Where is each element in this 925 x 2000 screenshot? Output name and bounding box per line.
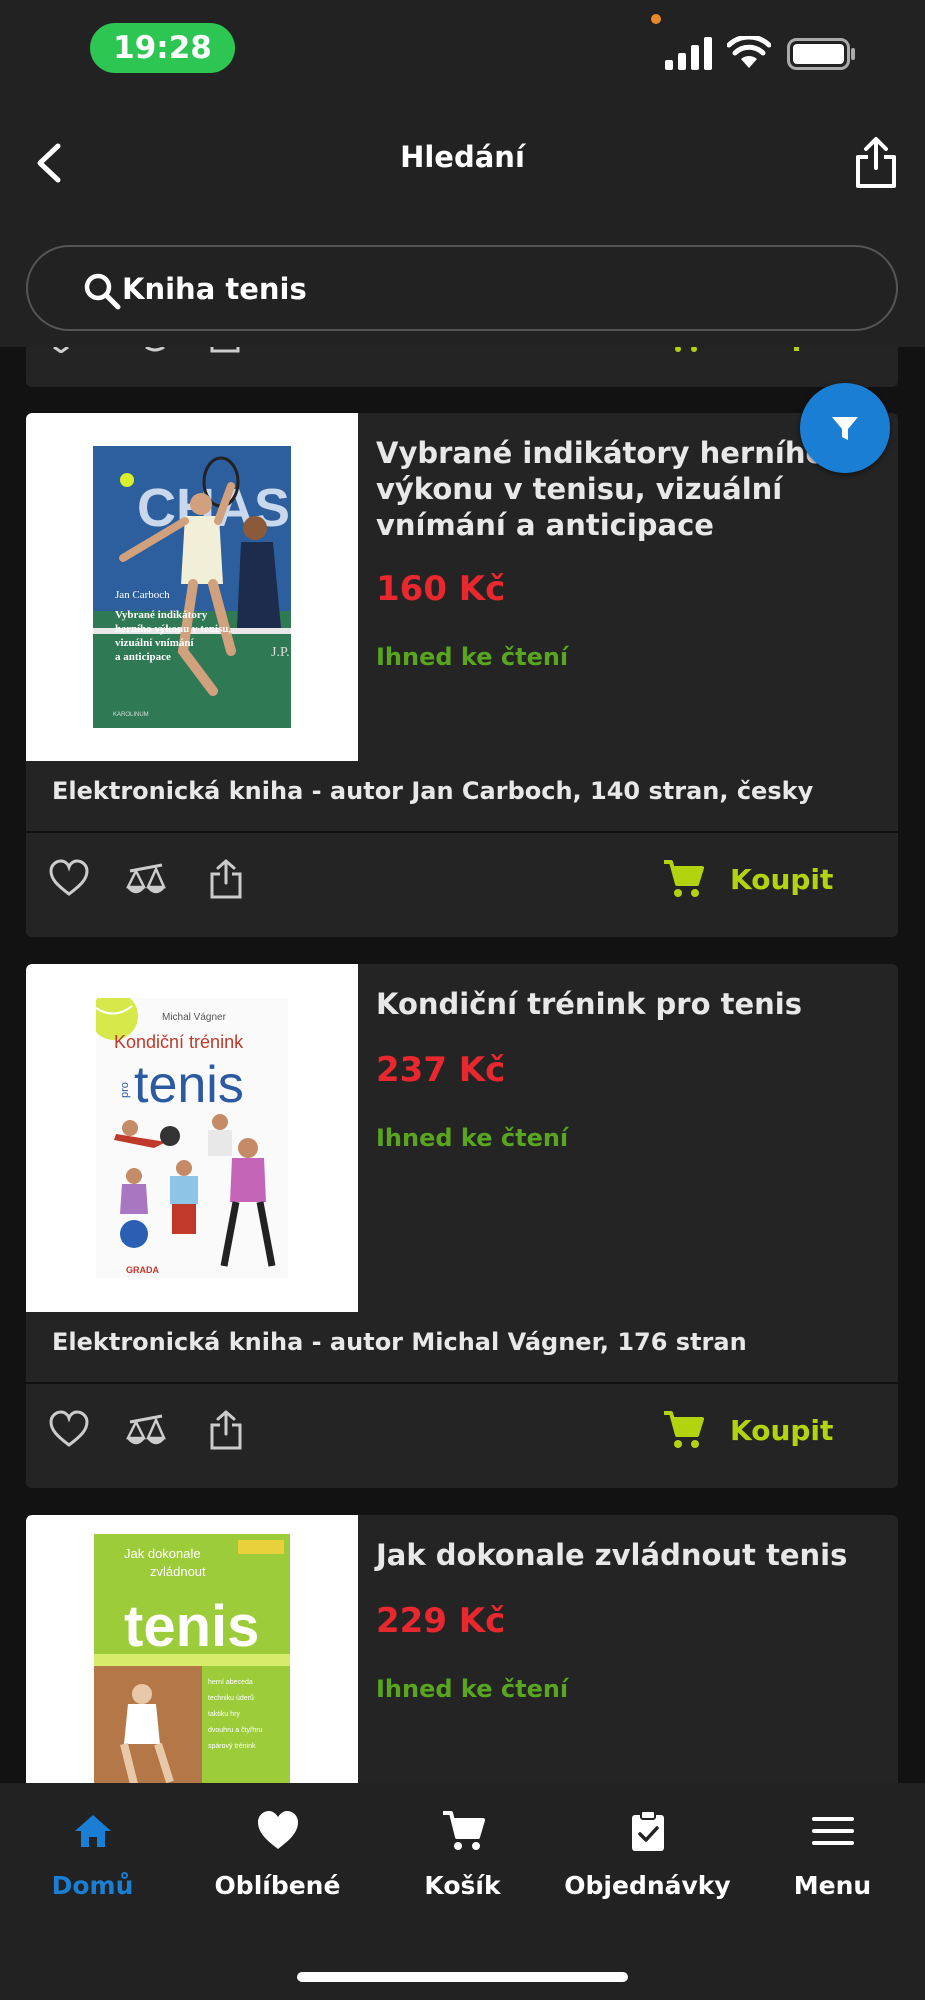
wifi-icon — [727, 36, 771, 68]
home-indicator — [297, 1972, 628, 1982]
share-icon[interactable] — [206, 859, 246, 899]
search-box[interactable] — [26, 245, 898, 331]
buy-label: Koupit — [730, 862, 834, 896]
cover-author: Jan Carboch — [115, 589, 170, 601]
product-card[interactable]: Jak dokonale zvládnout tenis herní abece… — [26, 1515, 898, 1783]
cart-icon — [675, 347, 697, 352]
availability-label: Ihned ke čtení — [376, 1675, 569, 1703]
heart-icon — [53, 347, 69, 353]
cover-publisher: KAROLINUM — [113, 712, 149, 718]
cover-title-line2: tenis — [134, 1056, 244, 1114]
cover-title-line1: Kondiční trénink — [114, 1032, 244, 1052]
product-title[interactable]: Jak dokonale zvládnout tenis — [376, 1537, 876, 1573]
buy-label: Koupit — [730, 1413, 834, 1447]
tab-home[interactable]: Domů — [0, 1809, 185, 1919]
tab-cart[interactable]: Košík — [370, 1809, 555, 1919]
svg-text:J.P.: J.P. — [271, 645, 290, 660]
book-cover[interactable]: CHAS J.P. Jan Carboch Vybrané indikátory… — [26, 413, 358, 761]
tab-label: Objednávky — [564, 1871, 731, 1900]
product-title[interactable]: Vybrané indikátory herního výkonu v teni… — [376, 435, 876, 543]
share-icon[interactable] — [206, 1410, 246, 1450]
share-icon — [210, 347, 240, 353]
tab-label: Menu — [793, 1871, 872, 1900]
privacy-indicator — [651, 14, 661, 24]
tab-menu[interactable]: Menu — [740, 1809, 925, 1919]
battery-icon — [787, 38, 855, 70]
cart-icon — [664, 1411, 704, 1448]
tab-label: Oblíbené — [214, 1871, 341, 1900]
buy-button[interactable]: Koupit — [662, 1404, 833, 1456]
book-cover[interactable]: Michal Vágner Kondiční trénink pro tenis… — [26, 964, 358, 1312]
cover-image-vagner: Michal Vágner Kondiční trénink pro tenis… — [96, 998, 288, 1278]
filter-icon — [832, 417, 858, 440]
cart-icon — [442, 1811, 485, 1850]
app-header: Hledání — [0, 100, 925, 235]
cover-author: Michal Vágner — [162, 1012, 227, 1023]
favorite-heart-icon[interactable] — [49, 1410, 89, 1450]
cover-image-carboch: CHAS J.P. Jan Carboch Vybrané indikátory… — [93, 446, 291, 728]
cover-publisher: GRADA — [126, 1265, 159, 1275]
product-price: 229 Kč — [376, 1601, 506, 1641]
product-price: 237 Kč — [376, 1050, 506, 1090]
home-icon — [74, 1815, 111, 1847]
card-divider — [26, 1382, 898, 1384]
clipboard-icon — [631, 1810, 664, 1851]
availability-label: Ihned ke čtení — [376, 643, 569, 671]
cover-big-title: tenis — [124, 1594, 259, 1659]
compare-icon — [145, 347, 165, 352]
heart-icon — [257, 1811, 298, 1849]
cover-title-line2: zvládnout — [150, 1564, 206, 1579]
buy-label-fragment — [794, 347, 799, 351]
page-title: Hledání — [400, 140, 525, 174]
tab-label: Domů — [51, 1871, 134, 1900]
search-area — [0, 235, 925, 347]
favorite-heart-icon[interactable] — [49, 859, 89, 899]
tab-orders[interactable]: Objednávky — [555, 1809, 740, 1919]
hamburger-icon — [811, 1817, 854, 1845]
cover-pro: pro — [119, 1082, 131, 1098]
product-price: 160 Kč — [376, 569, 506, 609]
tab-label: Košík — [424, 1871, 501, 1900]
bottom-tab-bar: Domů Oblíbené Košík Objednávky Menu — [0, 1783, 925, 2000]
card-divider — [26, 831, 898, 833]
product-description: Elektronická kniha - autor Jan Carboch, … — [52, 777, 814, 805]
product-description: Elektronická kniha - autor Michal Vágner… — [52, 1328, 747, 1356]
compare-icon[interactable] — [126, 1410, 166, 1450]
buy-button[interactable]: Koupit — [662, 853, 833, 905]
tab-favorites[interactable]: Oblíbené — [185, 1809, 370, 1919]
filter-button[interactable] — [800, 383, 890, 473]
product-card-partial — [26, 347, 898, 387]
signal-icon — [665, 37, 712, 70]
cover-title-line1: Jak dokonale — [124, 1546, 201, 1561]
share-button[interactable] — [852, 136, 900, 190]
search-icon — [84, 273, 121, 310]
book-cover[interactable]: Jak dokonale zvládnout tenis herní abece… — [26, 1515, 358, 1783]
product-card[interactable]: Michal Vágner Kondiční trénink pro tenis… — [26, 964, 898, 1488]
search-input[interactable] — [122, 261, 822, 317]
cart-icon — [664, 860, 704, 897]
product-title[interactable]: Kondiční trénink pro tenis — [376, 986, 876, 1022]
status-bar: 19:28 — [0, 0, 925, 100]
product-card[interactable]: CHAS J.P. Jan Carboch Vybrané indikátory… — [26, 413, 898, 937]
availability-label: Ihned ke čtení — [376, 1124, 569, 1152]
status-time: 19:28 — [90, 23, 235, 73]
results-list[interactable]: CHAS J.P. Jan Carboch Vybrané indikátory… — [0, 347, 925, 1783]
compare-icon[interactable] — [126, 859, 166, 899]
cover-image-tenis: Jak dokonale zvládnout tenis herní abece… — [94, 1534, 290, 1783]
